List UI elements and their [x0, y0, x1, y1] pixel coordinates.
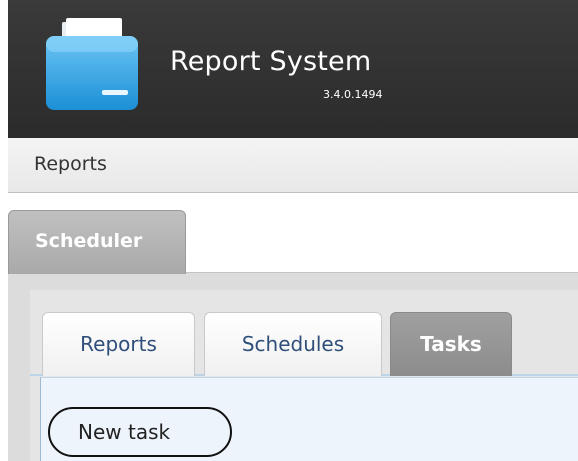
menu-item-reports[interactable]: Reports: [34, 153, 107, 175]
tab-schedules[interactable]: Schedules: [204, 312, 382, 376]
tab-tasks-label: Tasks: [420, 332, 482, 356]
tab-tasks[interactable]: Tasks: [390, 312, 512, 376]
tab-scheduler[interactable]: Scheduler: [8, 210, 186, 274]
tab-reports-label: Reports: [80, 332, 157, 356]
new-task-label[interactable]: New task: [78, 420, 170, 444]
app-version: 3.4.0.1494: [323, 88, 383, 101]
app-header: Report System: [8, 0, 578, 138]
folder-icon: [46, 18, 138, 110]
tab-reports[interactable]: Reports: [42, 312, 195, 376]
tab-scheduler-label: Scheduler: [35, 230, 143, 252]
app-title: Report System: [170, 46, 372, 77]
menu-bar: Reports: [8, 138, 578, 193]
tab-schedules-label: Schedules: [241, 332, 345, 356]
